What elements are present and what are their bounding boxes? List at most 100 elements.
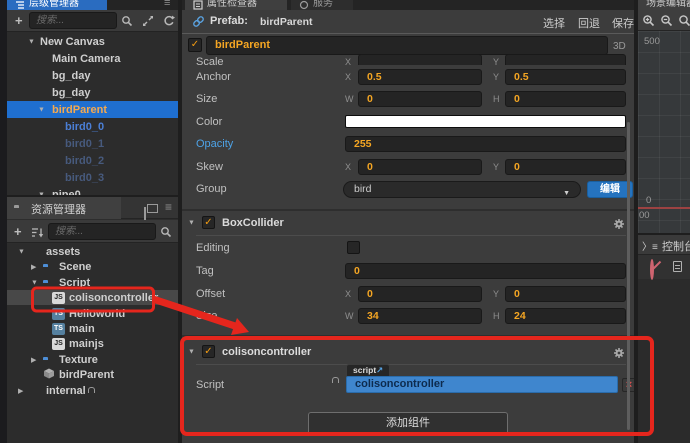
script-enabled-checkbox[interactable]: ✓ [202,345,215,358]
tab-scene[interactable]: 场景编辑器 [638,0,690,10]
prefab-revert-button[interactable]: 回退 [578,15,600,31]
sort-icon[interactable] [31,226,44,244]
asset-item-assets[interactable]: ▼ assets [7,244,178,259]
asset-item-internal[interactable]: ▶ internal [7,383,178,398]
gear-icon[interactable] [613,346,625,364]
hierarchy-node-birdParent[interactable]: ▼ birdParent [7,101,178,118]
node-label: bird0_1 [65,137,105,150]
clear-console-icon[interactable] [650,259,654,280]
expand-arrow-icon[interactable]: ▼ [38,106,45,113]
typescript-file-icon: TS [52,322,65,335]
expand-arrow-icon[interactable]: ▶ [31,356,36,364]
zoom-reset-icon[interactable] [678,14,690,32]
axis-x-label: X [345,72,352,82]
tab-assets[interactable]: 资源管理器 [7,197,121,219]
create-asset-button[interactable]: + [14,225,22,238]
inspector-scrollbar[interactable] [627,122,630,430]
zoom-out-icon[interactable] [660,14,673,32]
tab-service[interactable]: 服务 [291,0,353,10]
asset-item-Script[interactable]: ▼ Script [7,275,178,290]
asset-item-birdParent[interactable]: birdParent [7,367,178,382]
asset-item-Helloworld[interactable]: TS Helloworld [7,306,178,321]
collapse-arrow-icon[interactable]: ▼ [188,220,195,227]
property-row-Opacity: Opacity 255 [182,136,634,153]
hierarchy-node-bird0_0[interactable]: bird0_0 [7,118,178,135]
gear-icon[interactable] [613,217,625,235]
assets-search-input[interactable] [48,223,156,240]
tab-assets-label: 资源管理器 [31,204,86,216]
expand-arrow-icon[interactable]: ▶ [18,387,23,395]
editing-checkbox[interactable] [347,241,360,254]
scene-viewport[interactable]: 500 0 00 [638,31,690,233]
expand-arrow-icon[interactable]: ▼ [28,38,35,45]
search-icon[interactable] [121,14,133,32]
scale-y-field[interactable] [505,54,626,65]
size-w-field[interactable]: 0 [358,91,482,107]
search-icon[interactable] [160,225,172,243]
color-swatch[interactable] [345,115,626,128]
property-row-Tag: Tag 0 [182,263,634,280]
opacity-field[interactable]: 255 [345,136,626,152]
property-label: Size [196,93,218,105]
node-name-field[interactable]: birdParent [206,36,608,55]
mode-3d-toggle[interactable]: 3D [613,41,626,52]
size-h-field[interactable]: 0 [505,91,626,107]
asset-label: colisoncontroller [69,291,159,304]
script-row-label: Script [196,379,225,391]
skew-y-field[interactable]: 0 [505,159,626,175]
expand-arrow-icon[interactable]: ▼ [31,279,38,286]
hierarchy-node-New Canvas[interactable]: ▼ New Canvas [7,33,178,50]
axis-h-label: H [493,94,500,104]
hierarchy-node-bird0_3[interactable]: bird0_3 [7,169,178,186]
prefab-bar: Prefab: birdParent 选择 回退 保存 [182,10,634,33]
hierarchy-node-bird0_2[interactable]: bird0_2 [7,152,178,169]
skew-x-field[interactable]: 0 [358,159,482,175]
hierarchy-search-input[interactable] [29,12,117,29]
prefab-select-button[interactable]: 选择 [543,15,565,31]
log-file-icon[interactable] [673,261,682,272]
panel-menu-icon[interactable]: ≡ [165,200,172,214]
external-link-icon[interactable]: ↗ [376,365,383,375]
zoom-in-icon[interactable] [642,14,655,32]
collapse-arrow-icon[interactable]: ▼ [188,349,195,356]
tab-inspector[interactable]: 属性检查器 [185,0,287,10]
boxcollider-enabled-checkbox[interactable]: ✓ [202,216,215,229]
script-reference-field[interactable]: colisoncontroller [346,376,618,393]
asset-item-Scene[interactable]: ▶ Scene [7,259,178,274]
hierarchy-node-pipe0[interactable]: ▼ pipe0 [7,186,178,196]
ruler-label-0: 0 [646,195,652,206]
asset-item-mainjs[interactable]: JS mainjs [7,336,178,351]
hierarchy-node-bird0_1[interactable]: bird0_1 [7,135,178,152]
asset-item-colisoncontroller[interactable]: JS colisoncontroller [7,290,178,305]
asset-item-Texture[interactable]: ▶ Texture [7,352,178,367]
group-dropdown[interactable]: bird ▼ [343,181,581,198]
tab-hierarchy[interactable]: 层级管理器 [7,0,107,10]
hierarchy-node-bg_day[interactable]: bg_day [7,67,178,84]
offset-y-field[interactable]: 0 [505,286,626,302]
scale-x-field[interactable] [358,54,482,65]
size-h-field[interactable]: 24 [505,308,626,324]
node-label: Main Camera [52,52,121,65]
create-node-button[interactable]: + [15,14,23,27]
node-label: birdParent [52,103,108,116]
console-header[interactable]: 〉≡ 控制台 [638,235,690,255]
refresh-icon[interactable] [163,14,175,32]
expand-arrow-icon[interactable]: ▶ [31,263,36,271]
hierarchy-tree: ▼ New Canvas Main Camera bg_day bg_day ▼ birdP… [7,32,178,195]
panel-menu-icon[interactable]: ≡ [164,0,170,9]
node-active-checkbox[interactable]: ✓ [188,38,202,52]
add-component-button[interactable]: 添加组件 [308,412,508,435]
prefab-save-button[interactable]: 保存 [612,15,634,31]
hierarchy-node-bg_day[interactable]: bg_day [7,84,178,101]
tag-field[interactable]: 0 [345,263,626,279]
expand-arrow-icon[interactable]: ▼ [18,248,25,255]
anchor-y-field[interactable]: 0.5 [505,69,626,85]
anchor-x-field[interactable]: 0.5 [358,69,482,85]
asset-item-main[interactable]: TS main [7,321,178,336]
size-w-field[interactable]: 34 [358,308,482,324]
offset-x-field[interactable]: 0 [358,286,482,302]
hierarchy-node-Main Camera[interactable]: Main Camera [7,50,178,67]
scene-toolbar [638,10,690,31]
expand-collapse-icon[interactable] [142,14,154,32]
hierarchy-panel: 层级管理器 ≡ + ▼New Canvas Main Camera bg_daybg… [0,0,178,443]
